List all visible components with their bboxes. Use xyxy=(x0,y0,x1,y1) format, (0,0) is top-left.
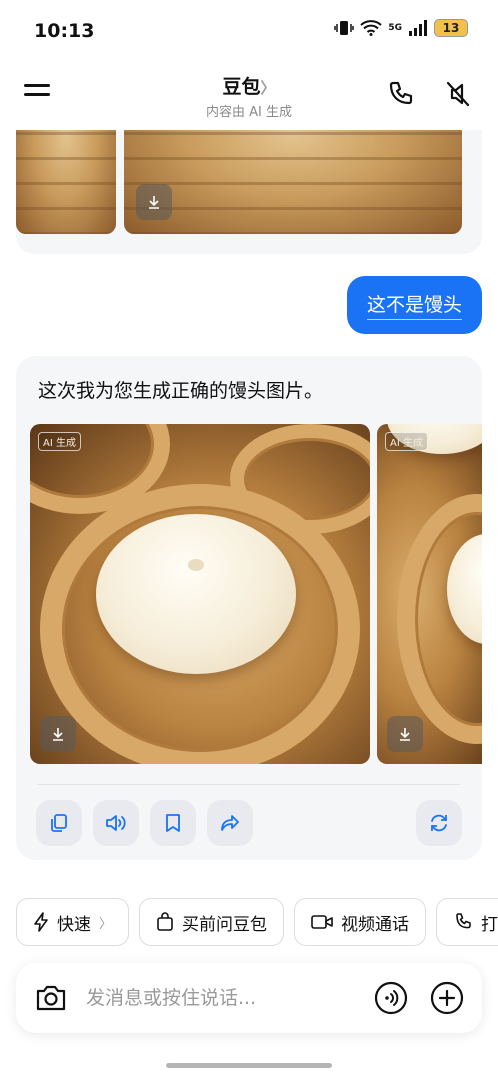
message-input-bar xyxy=(16,963,482,1033)
quick-actions: 快速 〉 买前问豆包 视频通话 打电话 xyxy=(16,898,498,948)
chip-video-call[interactable]: 视频通话 xyxy=(294,898,427,946)
call-button[interactable] xyxy=(384,78,416,110)
chevron-right-icon: 〉 xyxy=(260,79,276,97)
bookmark-icon xyxy=(166,814,180,832)
download-button[interactable] xyxy=(136,184,172,220)
chip-fast[interactable]: 快速 〉 xyxy=(16,898,130,946)
video-camera-icon xyxy=(311,915,333,929)
title-area[interactable]: 豆包〉 内容由 AI 生成 xyxy=(0,72,498,120)
battery-icon: 13 xyxy=(434,19,468,37)
network-type: 5G xyxy=(388,23,402,33)
mute-button[interactable] xyxy=(442,78,474,110)
status-bar: 10:13 5G 13 xyxy=(0,0,498,64)
chip-shopping[interactable]: 买前问豆包 xyxy=(139,898,285,946)
chat-area[interactable]: 这不是馒头 这次我为您生成正确的馒头图片。 AI 生成 AI 生成 xyxy=(0,130,498,880)
download-icon xyxy=(53,728,63,741)
phone-icon xyxy=(389,81,413,105)
download-button[interactable] xyxy=(40,716,76,752)
lightning-icon xyxy=(34,912,48,932)
chip-label: 打电话 xyxy=(481,914,498,935)
divider xyxy=(38,784,460,785)
regenerate-button[interactable] xyxy=(416,800,462,846)
voice-wave-icon xyxy=(374,981,408,1015)
speaker-icon xyxy=(106,815,126,831)
chip-phone-call[interactable]: 打电话 xyxy=(436,898,498,946)
share-button[interactable] xyxy=(207,800,253,846)
vibrate-icon xyxy=(334,21,355,35)
plus-icon xyxy=(430,981,464,1015)
chevron-right-icon: 〉 xyxy=(99,916,113,932)
ai-generated-tag: AI 生成 xyxy=(38,432,81,451)
download-icon xyxy=(400,728,410,741)
chip-label: 快速 xyxy=(57,914,91,935)
generated-image[interactable] xyxy=(124,130,462,234)
copy-icon xyxy=(51,814,67,832)
message-actions xyxy=(36,800,253,846)
share-icon xyxy=(221,815,239,831)
user-message[interactable]: 这不是馒头 xyxy=(346,276,482,334)
bot-message-text: 这次我为您生成正确的馒头图片。 xyxy=(38,380,324,402)
wifi-icon xyxy=(360,20,383,36)
shopping-bag-icon xyxy=(157,912,173,931)
refresh-icon xyxy=(431,814,447,832)
chip-label: 视频通话 xyxy=(341,914,410,935)
page-subtitle: 内容由 AI 生成 xyxy=(206,105,292,120)
read-aloud-button[interactable] xyxy=(93,800,139,846)
add-button[interactable] xyxy=(430,981,464,1015)
ai-generated-tag: AI 生成 xyxy=(385,432,428,451)
image-gallery[interactable]: AI 生成 AI 生成 xyxy=(30,424,482,764)
chat-header: 豆包〉 内容由 AI 生成 xyxy=(0,64,498,130)
generated-image[interactable]: AI 生成 xyxy=(377,424,482,764)
generated-image[interactable]: AI 生成 xyxy=(30,424,370,764)
previous-image-message xyxy=(16,130,482,254)
status-icons: 5G 13 xyxy=(334,19,468,37)
bot-message: 这次我为您生成正确的馒头图片。 AI 生成 AI 生成 xyxy=(16,356,482,860)
voice-button[interactable] xyxy=(374,981,408,1015)
home-indicator[interactable] xyxy=(166,1063,332,1068)
signal-icon xyxy=(409,20,427,36)
message-input[interactable] xyxy=(86,981,356,1015)
generated-image[interactable] xyxy=(16,130,116,234)
copy-button[interactable] xyxy=(36,800,82,846)
camera-icon xyxy=(36,985,66,1011)
download-button[interactable] xyxy=(387,716,423,752)
user-message-text: 这不是馒头 xyxy=(366,290,462,320)
phone-icon xyxy=(456,913,471,929)
chip-label: 买前问豆包 xyxy=(182,914,268,935)
page-title: 豆包 xyxy=(222,76,261,98)
status-time: 10:13 xyxy=(34,20,95,42)
bookmark-button[interactable] xyxy=(150,800,196,846)
download-icon xyxy=(149,196,159,209)
camera-button[interactable] xyxy=(34,982,68,1014)
speaker-mute-icon xyxy=(446,81,470,107)
